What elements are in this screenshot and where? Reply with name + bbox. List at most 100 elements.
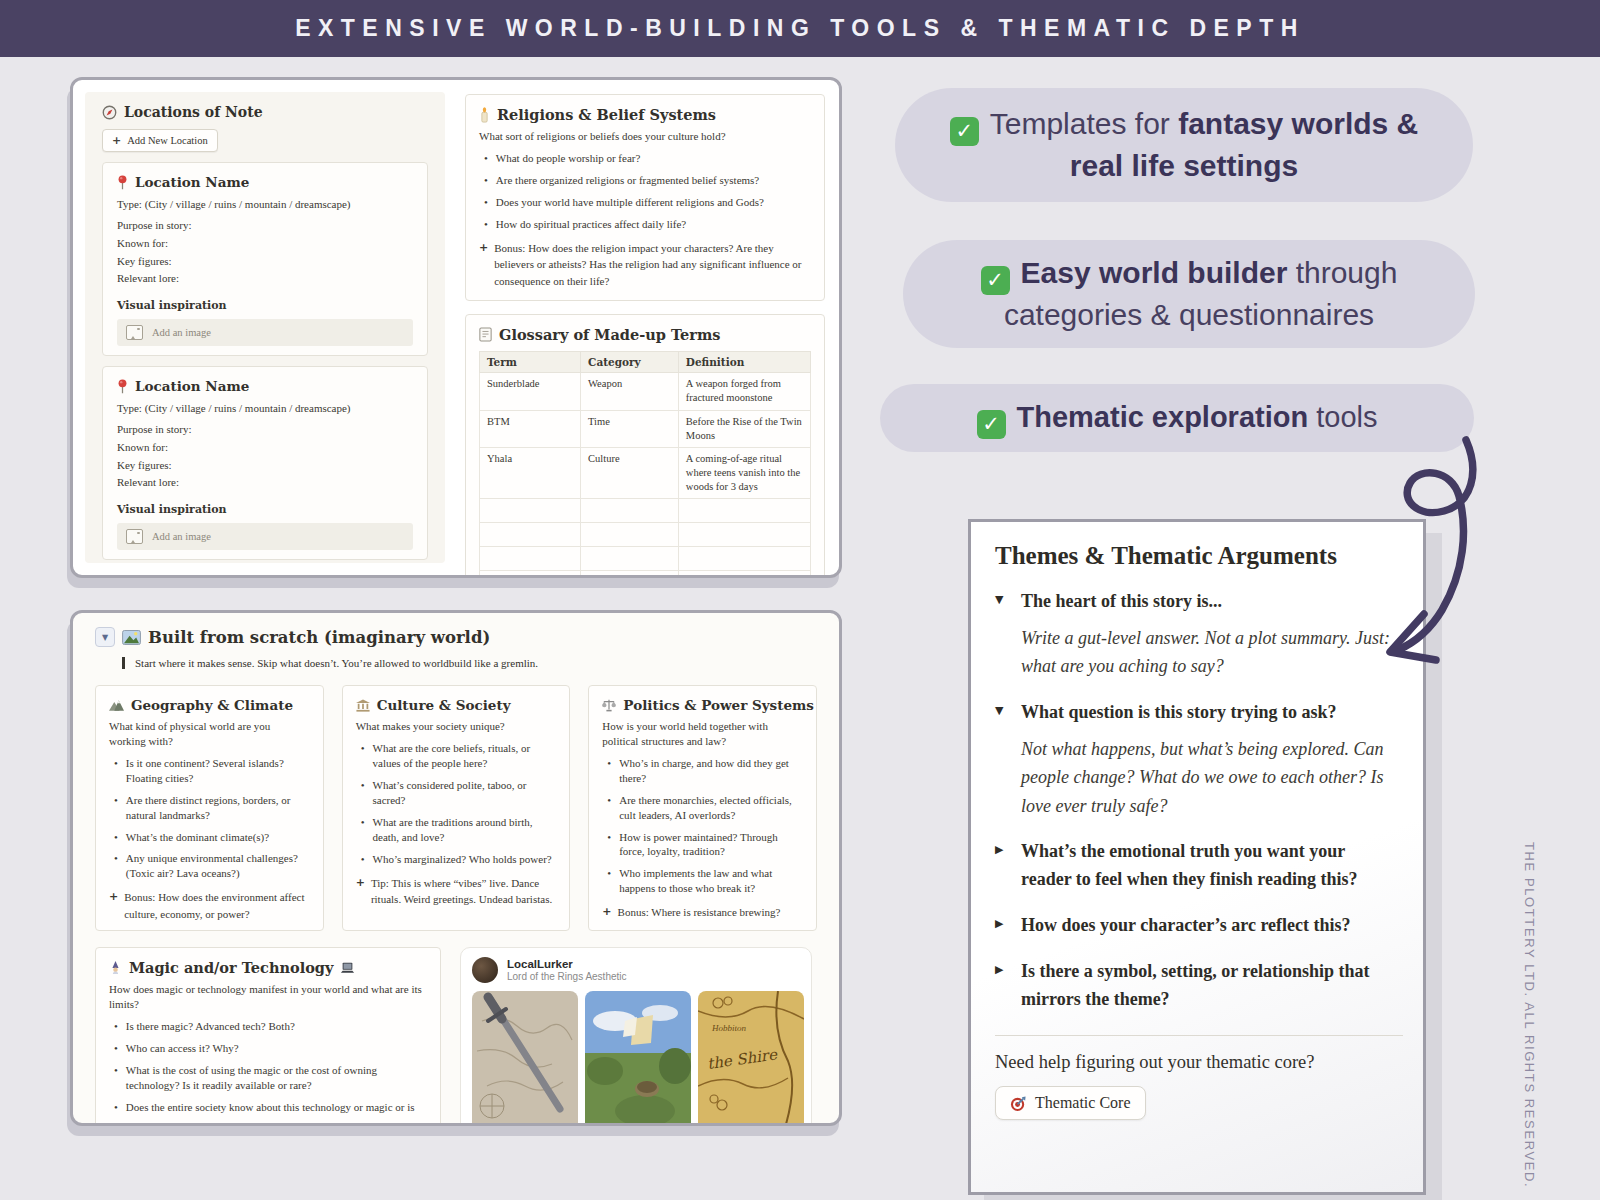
toggle-down-icon: ▼ — [995, 588, 1009, 616]
glossary-header: Category — [581, 352, 679, 373]
memo-icon — [479, 327, 492, 342]
location-card: Location Name Type: (City / village / ru… — [102, 162, 428, 356]
themes-toggle-item[interactable]: ▶ What’s the emotional truth you want yo… — [995, 838, 1403, 894]
location-name-title: Location Name — [135, 378, 249, 394]
magic-bullet: What is the cost of using the magic or t… — [126, 1063, 427, 1093]
check-icon: ✓ — [950, 117, 979, 146]
pin-icon — [117, 175, 128, 190]
candle-icon — [479, 107, 490, 123]
add-image-button[interactable]: Add an image — [117, 523, 413, 550]
bullet-icon: • — [484, 173, 488, 188]
religions-title: Religions & Belief Systems — [497, 106, 716, 123]
glossary-empty-row — [480, 547, 811, 571]
themes-toggle-item[interactable]: ▼ The heart of this story is... — [995, 588, 1403, 616]
bullet-icon: • — [114, 851, 118, 881]
badge-world-builder: ✓Easy world builder through categories &… — [903, 240, 1475, 348]
themes-toggle-item[interactable]: ▶ How does your character’s arc reflect … — [995, 912, 1403, 940]
plus-icon: + — [479, 240, 488, 290]
religions-card: Religions & Belief Systems What sort of … — [465, 94, 825, 301]
plus-icon: + — [356, 875, 365, 908]
religion-bullet: What do people worship or fear? — [496, 151, 640, 166]
location-field: Known for: — [117, 236, 413, 250]
magic-intro: How does magic or technology manifest in… — [109, 982, 427, 1012]
compass-icon — [102, 105, 117, 120]
toggle-right-icon: ▶ — [995, 912, 1009, 940]
culture-bonus: Tip: This is where “vibes” live. Dance r… — [371, 875, 556, 908]
divider — [995, 1035, 1403, 1036]
locations-title: Locations of Note — [124, 104, 263, 120]
embed-image-shire-map: Hobbiton the Shire — [698, 991, 804, 1126]
geography-bonus: Bonus: How does the environment affect c… — [124, 889, 309, 922]
embed-image-sword-map — [472, 991, 578, 1126]
religions-bonus: Bonus: How does the religion impact your… — [494, 240, 811, 290]
themes-card: Themes & Thematic Arguments ▼ The heart … — [968, 519, 1426, 1195]
copyright-watermark: THE PLOTTERY LTD. ALL RIGHTS RESERVED. — [1522, 842, 1537, 1188]
religions-intro: What sort of religions or beliefs does y… — [479, 129, 811, 144]
religion-bullet: How do spiritual practices affect daily … — [496, 217, 686, 232]
glossary-row: Yhala Culture A coming-of-age ritual whe… — [480, 447, 811, 499]
embed-image-landscape — [585, 991, 691, 1126]
classical-building-icon — [356, 699, 370, 712]
politics-bullet: How is power maintained? Through force, … — [619, 830, 803, 860]
pin-icon — [117, 379, 128, 394]
themes-toggle-item[interactable]: ▼ What question is this story trying to … — [995, 699, 1403, 727]
culture-card: Culture & Society What makes your societ… — [342, 685, 571, 931]
bullet-icon: • — [114, 756, 118, 786]
picture-icon — [122, 630, 141, 645]
built-title: Built from scratch (imaginary world) — [148, 628, 490, 647]
glossary-row: BTM Time Before the Rise of the Twin Moo… — [480, 410, 811, 447]
culture-bullet: What’s considered polite, taboo, or sacr… — [373, 778, 557, 808]
visual-inspiration-heading: Visual inspiration — [117, 503, 413, 516]
politics-title: Politics & Power Systems — [623, 697, 814, 713]
bullet-icon: • — [607, 866, 611, 896]
toggle-right-icon: ▶ — [995, 958, 1009, 1014]
embed-subtitle: Lord of the Rings Aesthetic — [507, 971, 627, 982]
bullet-icon: • — [607, 793, 611, 823]
location-field: Relevant lore: — [117, 271, 413, 285]
magic-title: Magic and/or Technology — [129, 959, 333, 976]
add-image-button[interactable]: Add an image — [117, 319, 413, 346]
page: EXTENSIVE WORLD-BUILDING TOOLS & THEMATI… — [0, 0, 1600, 1200]
bullet-icon: • — [361, 815, 365, 845]
geography-card: Geography & Climate What kind of physica… — [95, 685, 324, 931]
religion-bullet: Does your world have multiple different … — [496, 195, 764, 210]
thematic-core-button[interactable]: Thematic Core — [995, 1086, 1146, 1120]
politics-bonus: Bonus: Where is resistance brewing? — [618, 904, 781, 921]
geography-intro: What kind of physical world are you work… — [109, 719, 310, 749]
location-card: Location Name Type: (City / village / ru… — [102, 366, 428, 560]
mage-icon — [109, 961, 122, 975]
bullet-icon: • — [484, 151, 488, 166]
location-field: Relevant lore: — [117, 475, 413, 489]
themes-answer: Not what happens, but what’s being explo… — [1021, 735, 1396, 820]
politics-card: Politics & Power Systems How is your wor… — [588, 685, 817, 931]
bullet-icon: • — [607, 830, 611, 860]
social-embed-card[interactable]: LocalLurker Lord of the Rings Aesthetic — [460, 947, 812, 1126]
built-quote: Start where it makes sense. Skip what do… — [122, 657, 817, 669]
religion-bullet: Are there organized religions or fragmen… — [496, 173, 759, 188]
bullet-icon: • — [361, 778, 365, 808]
glossary-table: Term Category Definition Sunderblade Wea… — [479, 351, 811, 578]
location-field: Purpose in story: — [117, 218, 413, 232]
themes-toggle-item[interactable]: ▶ Is there a symbol, setting, or relatio… — [995, 958, 1403, 1014]
bullet-icon: • — [114, 793, 118, 823]
laptop-icon — [340, 962, 355, 974]
magic-technology-card: Magic and/or Technology How does magic o… — [95, 947, 441, 1126]
bullet-icon: • — [114, 830, 118, 845]
politics-bullet: Who implements the law and what happens … — [619, 866, 803, 896]
glossary-header: Definition — [678, 352, 810, 373]
magic-bullet: Is there magic? Advanced tech? Both? — [126, 1019, 295, 1034]
glossary-title: Glossary of Made-up Terms — [499, 326, 720, 343]
politics-bullet: Who’s in charge, and how did they get th… — [619, 756, 803, 786]
add-new-location-button[interactable]: + Add New Location — [102, 129, 218, 152]
locations-panel: Locations of Note + Add New Location Loc… — [70, 77, 842, 578]
location-field: Known for: — [117, 440, 413, 454]
magic-bullet: Who can access it? Why? — [126, 1041, 239, 1056]
toggle-icon[interactable]: ▼ — [95, 627, 115, 647]
geography-title: Geography & Climate — [131, 697, 293, 713]
glossary-empty-row — [480, 499, 811, 523]
plus-icon: + — [602, 904, 611, 921]
check-icon: ✓ — [981, 266, 1010, 295]
built-from-scratch-panel: ▼ Built from scratch (imaginary world) S… — [70, 610, 842, 1126]
themes-answer: Write a gut-level answer. Not a plot sum… — [1021, 624, 1396, 681]
religion-glossary-column: Religions & Belief Systems What sort of … — [465, 92, 827, 563]
